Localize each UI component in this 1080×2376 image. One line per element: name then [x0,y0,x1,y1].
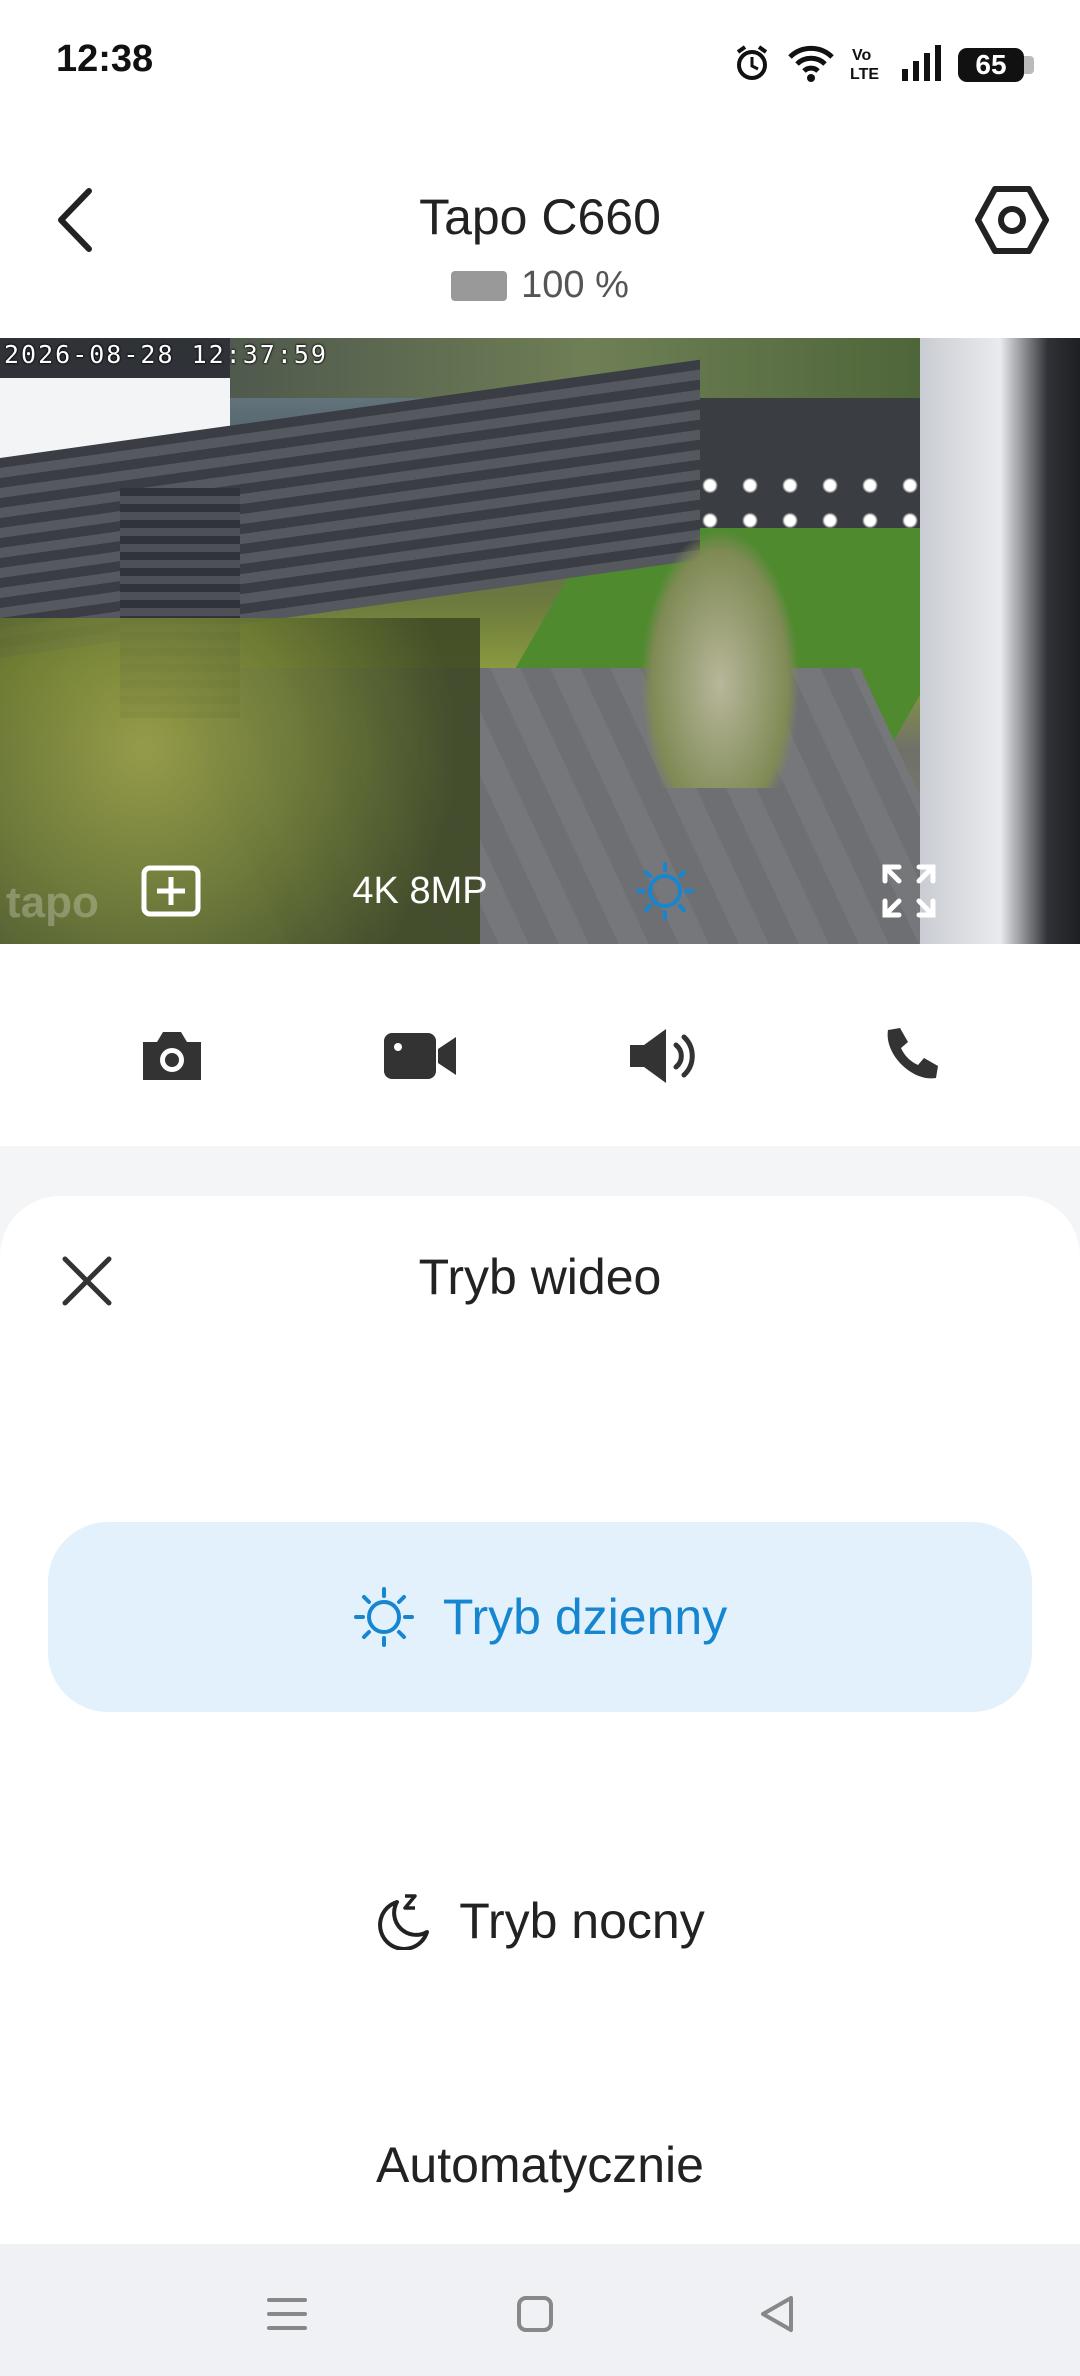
device-battery: 100 % [0,264,1080,307]
video-scene-grass [640,528,800,788]
moon-icon [378,1894,430,1950]
settings-button[interactable] [972,176,1052,264]
add-view-icon [141,865,201,917]
video-toolbar: 4K 8MP [0,838,1080,938]
battery-icon: 65 [958,48,1034,82]
back-triangle-icon [761,2296,793,2332]
signal-icon [900,43,944,88]
talk-button[interactable] [860,1016,960,1096]
speaker-icon [630,1029,695,1083]
video-mode-button[interactable] [630,862,700,920]
device-battery-icon [451,270,508,301]
status-bar: 12:38 Vo LTE 65 [0,0,1080,130]
status-icons: Vo LTE 65 [732,40,1034,90]
video-mode-sheet: Tryb wideo Tryb dzienny Tryb nocny Autom… [0,1196,1080,2246]
option-day-mode[interactable]: Tryb dzienny [48,1522,1032,1712]
alarm-icon [732,43,772,88]
resolution-button[interactable]: 4K 8MP [300,866,540,916]
status-time: 12:38 [56,38,154,80]
settings-hex-icon [975,186,1049,254]
system-nav-bar [0,2244,1080,2376]
nav-home-button[interactable] [500,2284,570,2344]
home-square-icon [517,2296,553,2332]
option-auto-mode[interactable]: Automatycznie [48,2136,1032,2246]
sheet-title: Tryb wideo [418,1249,662,1305]
fullscreen-icon [882,864,936,918]
video-scene-flowers [690,468,950,538]
option-auto-label: Automatycznie [376,2137,704,2193]
option-night-mode[interactable]: Tryb nocny [48,1826,1032,2016]
video-timestamp: 2026-08-28 12:37:59 [4,340,328,369]
page-title: Tapo C660 [419,189,661,245]
menu-icon [267,2298,307,2330]
sun-icon [353,1587,414,1647]
nav-menu-button[interactable] [252,2284,322,2344]
wifi-icon [786,43,836,88]
video-record-icon [384,1033,456,1079]
svg-text:Vo: Vo [852,47,871,64]
camera-actions-bar [0,944,1080,1146]
add-view-button[interactable] [138,865,204,917]
battery-level: 65 [975,49,1007,80]
option-night-label: Tryb nocny [459,1893,705,1949]
device-battery-text: 100 % [521,264,629,306]
fullscreen-button[interactable] [876,864,942,918]
volte-icon: Vo LTE [850,43,886,88]
speaker-button[interactable] [612,1016,712,1096]
resolution-label: 4K 8MP [352,869,488,912]
camera-icon [143,1032,201,1080]
sun-icon [636,862,694,920]
option-day-label: Tryb dzienny [442,1589,728,1645]
nav-back-button[interactable] [742,2284,812,2344]
svg-text:LTE: LTE [850,66,879,83]
snapshot-button[interactable] [122,1016,222,1096]
record-button[interactable] [370,1016,470,1096]
phone-icon [887,1028,938,1079]
app-header: Tapo C660 100 % [0,130,1080,338]
live-video-feed[interactable]: 2026-08-28 12:37:59 tapo 4K 8MP [0,338,1080,944]
